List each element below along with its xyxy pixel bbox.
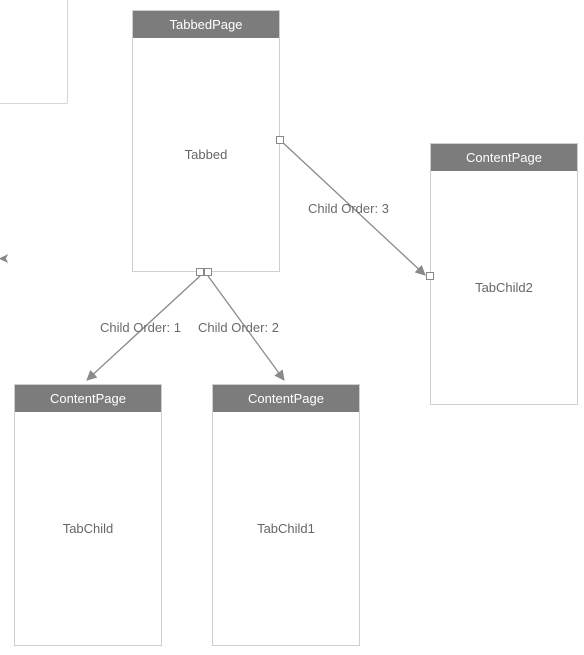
cursor-icon: ➤ xyxy=(0,250,10,267)
node-tabbed-header: TabbedPage xyxy=(133,11,279,38)
node-tabchild1[interactable]: ContentPage TabChild1 xyxy=(212,384,360,646)
node-tabbed-body: Tabbed xyxy=(133,38,279,270)
node-tabchild1-header: ContentPage xyxy=(213,385,359,412)
node-tabbed[interactable]: TabbedPage Tabbed xyxy=(132,10,280,272)
node-tabchild-header: ContentPage xyxy=(15,385,161,412)
edge-label-3: Child Order: 3 xyxy=(308,201,389,216)
port-tabbed-right[interactable] xyxy=(276,136,284,144)
node-tabchild-body: TabChild xyxy=(15,412,161,644)
port-tabbed-bottom-right[interactable] xyxy=(204,268,212,276)
port-tabchild2-left[interactable] xyxy=(426,272,434,280)
node-tabchild[interactable]: ContentPage TabChild xyxy=(14,384,162,646)
node-tabchild1-body: TabChild1 xyxy=(213,412,359,644)
node-tabchild2-body: TabChild2 xyxy=(431,171,577,403)
edge-label-1: Child Order: 1 xyxy=(100,320,181,335)
port-tabbed-bottom-left[interactable] xyxy=(196,268,204,276)
node-tabchild2[interactable]: ContentPage TabChild2 xyxy=(430,143,578,405)
node-tabchild2-header: ContentPage xyxy=(431,144,577,171)
edge-label-2: Child Order: 2 xyxy=(198,320,279,335)
clipped-node xyxy=(0,0,68,104)
